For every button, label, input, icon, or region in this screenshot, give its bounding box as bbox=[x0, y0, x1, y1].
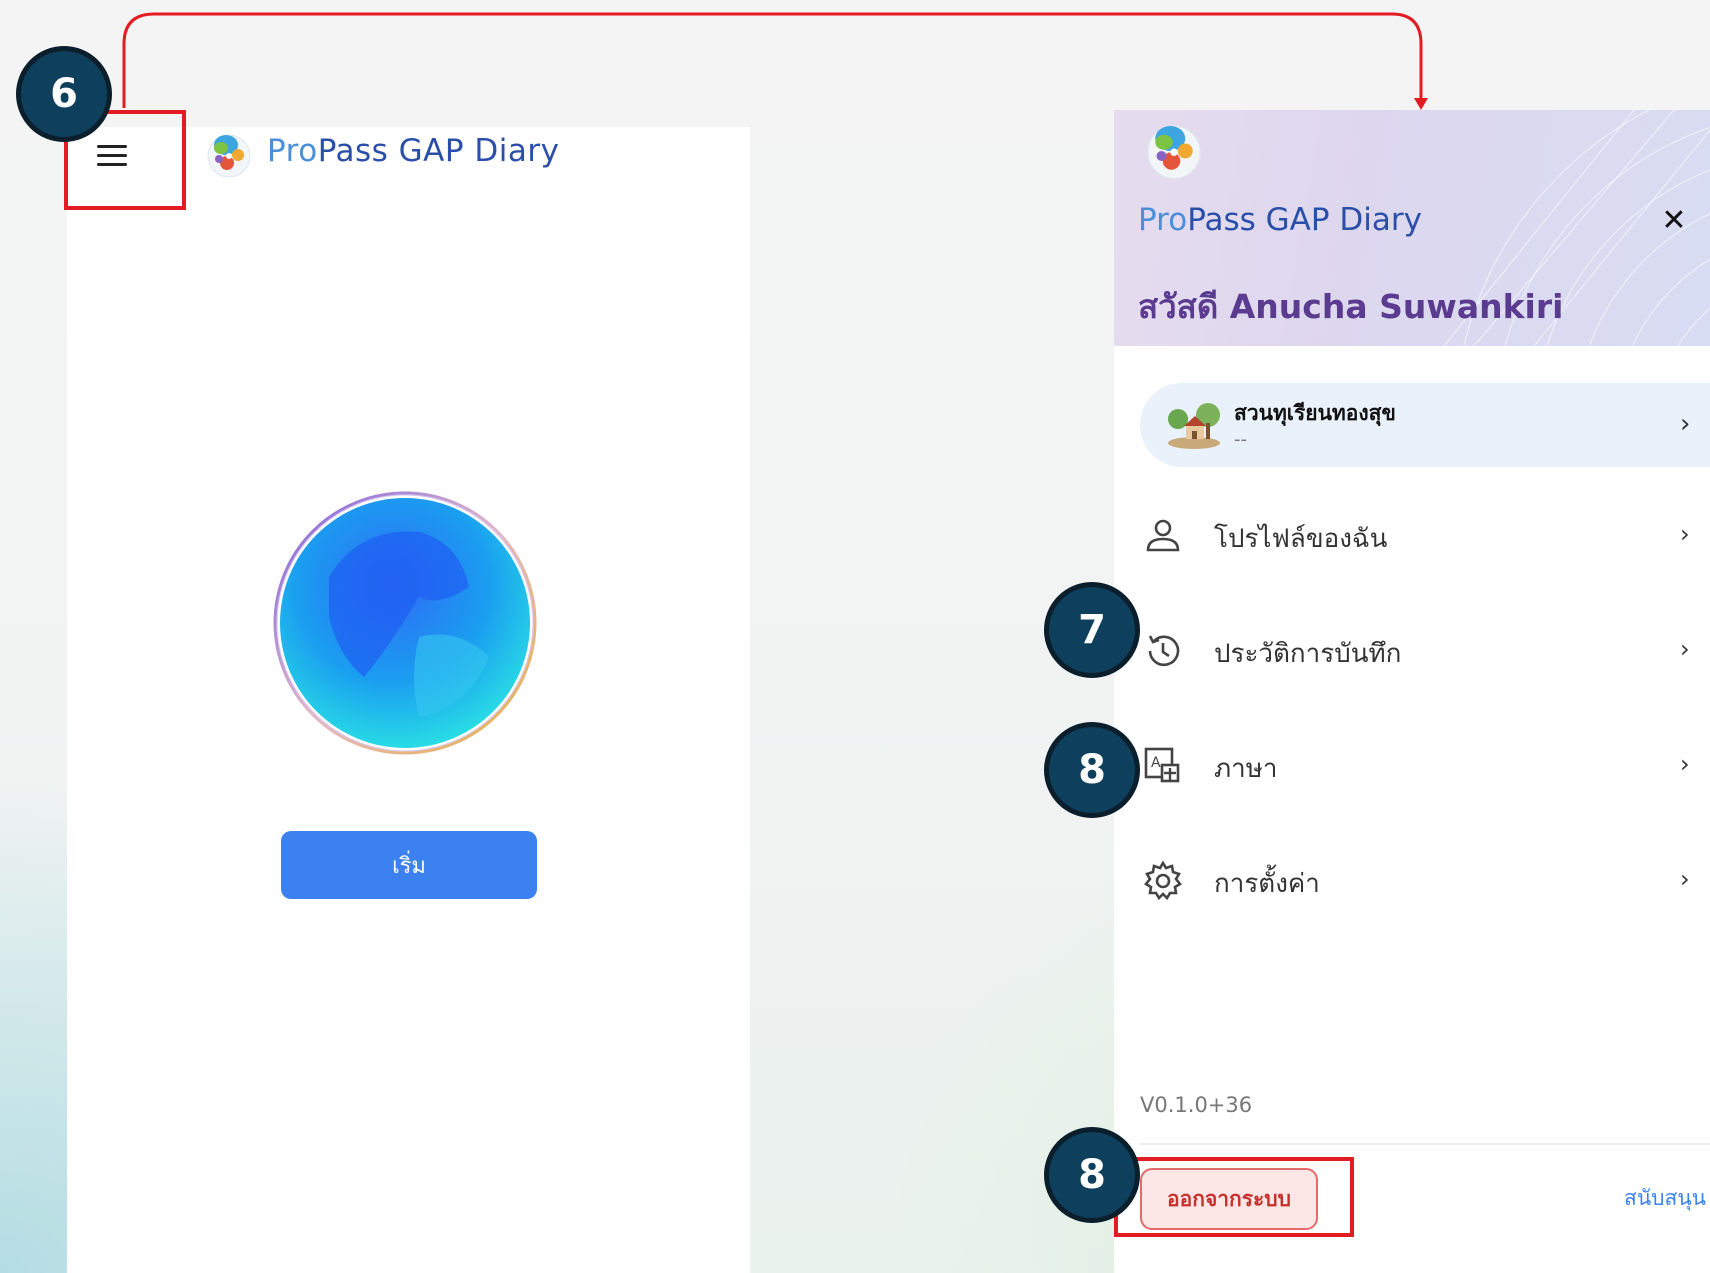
drawer-app-logo bbox=[1147, 125, 1201, 180]
menu-label-profile: โปรไฟล์ของฉัน bbox=[1214, 524, 1388, 554]
greeting-text: สวัสดี Anucha Suwankiri bbox=[1138, 287, 1564, 326]
logout-highlight bbox=[1114, 1157, 1354, 1237]
person-icon bbox=[1146, 519, 1180, 552]
farm-house-icon bbox=[1168, 403, 1220, 449]
brand-rest: Pass GAP Diary bbox=[317, 133, 560, 169]
farm-subtitle: -- bbox=[1234, 429, 1247, 450]
chevron-right-icon: › bbox=[1680, 750, 1690, 778]
drawer-brand-title: ProPass GAP Diary bbox=[1138, 202, 1422, 238]
start-button[interactable]: เริ่ม bbox=[281, 831, 537, 899]
farm-selector[interactable]: สวนทุเรียนทองสุข -- › bbox=[1140, 383, 1710, 467]
translate-icon: A bbox=[1144, 747, 1180, 783]
menu-label-history: ประวัติการบันทึก bbox=[1214, 639, 1402, 669]
drawer-brand-pro: Pro bbox=[1138, 202, 1188, 238]
app-brand-title: ProPass GAP Diary bbox=[267, 133, 560, 169]
divider bbox=[1140, 1143, 1710, 1145]
globe-animation bbox=[273, 491, 537, 755]
drawer-brand-rest: Pass GAP Diary bbox=[1187, 202, 1422, 238]
drawer-header: ProPass GAP Diary ✕ สวัสดี Anucha Suwank… bbox=[1114, 110, 1710, 346]
chevron-right-icon: › bbox=[1680, 409, 1691, 439]
menu-label-language: ภาษา bbox=[1214, 754, 1278, 784]
gear-icon bbox=[1144, 860, 1182, 901]
menu-item-language[interactable]: A ภาษา › bbox=[1114, 726, 1710, 806]
brand-pro: Pro bbox=[267, 133, 318, 169]
home-screen: ProPass GAP Diary เริ่ม bbox=[67, 127, 750, 1273]
support-link[interactable]: สนับสนุน bbox=[1624, 1182, 1706, 1215]
svg-text:A: A bbox=[1151, 755, 1161, 771]
step-badge-8-language: 8 bbox=[1044, 722, 1140, 818]
menu-item-profile[interactable]: โปรไฟล์ของฉัน › bbox=[1114, 496, 1710, 576]
close-icon[interactable]: ✕ bbox=[1654, 200, 1694, 240]
app-logo bbox=[207, 134, 251, 178]
step-badge-7: 7 bbox=[1044, 582, 1140, 678]
side-drawer: ProPass GAP Diary ✕ สวัสดี Anucha Suwank… bbox=[1114, 110, 1710, 1273]
chevron-right-icon: › bbox=[1680, 865, 1690, 893]
chevron-right-icon: › bbox=[1680, 635, 1690, 663]
menu-label-settings: การตั้งค่า bbox=[1214, 869, 1320, 899]
step-badge-8-logout: 8 bbox=[1044, 1127, 1140, 1223]
menu-item-settings[interactable]: การตั้งค่า › bbox=[1114, 841, 1710, 921]
farm-name: สวนทุเรียนทองสุข bbox=[1234, 401, 1396, 425]
app-version: V0.1.0+36 bbox=[1140, 1093, 1253, 1117]
history-icon bbox=[1148, 635, 1180, 667]
menu-item-history[interactable]: ประวัติการบันทึก › bbox=[1114, 611, 1710, 691]
step-badge-6: 6 bbox=[16, 46, 112, 142]
chevron-right-icon: › bbox=[1680, 520, 1690, 548]
